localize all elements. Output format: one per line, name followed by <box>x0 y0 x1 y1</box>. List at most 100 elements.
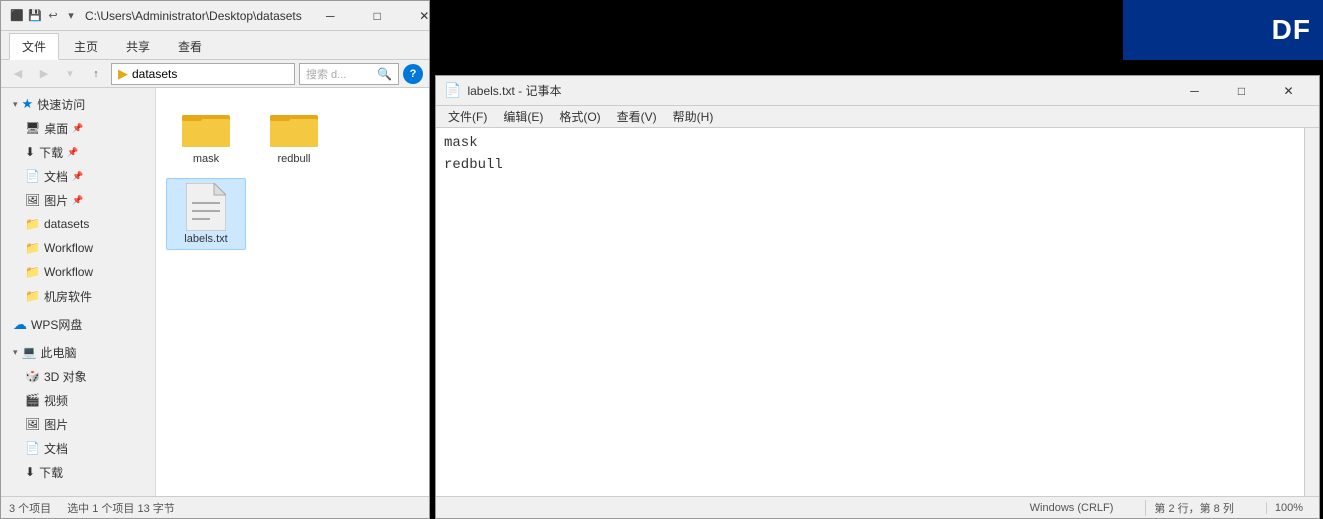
workflow2-label: Workflow <box>44 265 93 279</box>
menu-item-help[interactable]: 帮助(H) <box>665 106 722 127</box>
item-count: 3 个项目 <box>9 500 51 516</box>
save-icon[interactable]: 💾 <box>27 8 43 24</box>
explorer-title-bar: ⬛ 💾 ↩ ▾ C:\Users\Administrator\Desktop\d… <box>1 1 429 31</box>
workflow1-folder-icon: 📁 <box>25 241 40 255</box>
labels-file-icon <box>182 183 230 231</box>
sidebar-item-desktop[interactable]: 🖥 桌面 📌 <box>1 116 155 140</box>
pin-icon4: 📌 <box>72 195 83 206</box>
workflow2-folder-icon: 📁 <box>25 265 40 279</box>
downloads-label: 下载 <box>39 144 63 161</box>
menu-item-format[interactable]: 格式(O) <box>551 106 608 127</box>
sidebar-item-workflow2[interactable]: 📁 Workflow <box>1 260 155 284</box>
desktop-label: 桌面 <box>44 120 68 137</box>
sidebar-item-video[interactable]: 🎬 视频 <box>1 388 155 412</box>
back-button[interactable]: ◀ <box>7 63 29 85</box>
quick-access-section: ▾ ★ 快速访问 🖥 桌面 📌 ⬇ 下载 📌 📄 文档 📌 <box>1 92 155 308</box>
address-bar: ◀ ▶ ▾ ↑ ▶ datasets 搜索 d... 🔍 ? <box>1 60 429 88</box>
pictures-label: 图片 <box>44 192 68 209</box>
expand-icon: ▾ <box>13 99 18 110</box>
file-item-mask[interactable]: mask <box>166 98 246 170</box>
menu-item-file[interactable]: 文件(F) <box>440 106 495 127</box>
notepad-textarea[interactable]: mask redbull <box>436 128 1319 496</box>
file-item-labels[interactable]: labels.txt <box>166 178 246 250</box>
sidebar-item-workflow1[interactable]: 📁 Workflow <box>1 236 155 260</box>
notepad-status-bar: Windows (CRLF) 第 2 行，第 8 列 100% <box>436 496 1319 518</box>
search-icon: 🔍 <box>377 67 392 81</box>
notepad-title-text: labels.txt - 记事本 <box>467 82 561 99</box>
quick-access-icon: ⬛ <box>9 8 25 24</box>
this-pc-label: 此电脑 <box>40 344 76 361</box>
sidebar-item-wps[interactable]: ☁ WPS网盘 <box>1 312 155 336</box>
pictures-icon: 🖼 <box>25 193 40 207</box>
sidebar-item-this-pc[interactable]: ▾ 💻 此电脑 <box>1 340 155 364</box>
search-hint: 搜索 d... <box>306 66 346 82</box>
sidebar-item-pics[interactable]: 🖼 图片 <box>1 412 155 436</box>
notepad-menu: 文件(F) 编辑(E) 格式(O) 查看(V) 帮助(H) <box>436 106 1319 128</box>
brand-bar: DF <box>1123 0 1323 60</box>
pin-icon: 📌 <box>72 123 83 134</box>
redbull-label: redbull <box>277 153 310 165</box>
lab-software-icon: 📁 <box>25 289 40 303</box>
sidebar-item-quick-access[interactable]: ▾ ★ 快速访问 <box>1 92 155 116</box>
this-pc-icon: 💻 <box>22 345 37 359</box>
help-button[interactable]: ? <box>403 64 423 84</box>
video-icon: 🎬 <box>25 393 40 407</box>
notepad-encoding: Windows (CRLF) <box>1022 502 1122 514</box>
sidebar-item-downloads[interactable]: ⬇ 下载 📌 <box>1 140 155 164</box>
notepad-close-button[interactable]: ✕ <box>1266 76 1311 106</box>
forward-button[interactable]: ▶ <box>33 63 55 85</box>
notepad-minimize-button[interactable]: ─ <box>1172 76 1217 106</box>
notepad-scrollbar[interactable] <box>1304 128 1319 496</box>
download-icon: ⬇ <box>25 145 35 159</box>
notepad-controls: ─ □ ✕ <box>1172 76 1311 106</box>
explorer-window: ⬛ 💾 ↩ ▾ C:\Users\Administrator\Desktop\d… <box>0 0 430 519</box>
search-field[interactable]: 搜索 d... 🔍 <box>299 63 399 85</box>
pics-icon: 🖼 <box>25 417 40 431</box>
sidebar-item-lab-software[interactable]: 📁 机房软件 <box>1 284 155 308</box>
dl-icon: ⬇ <box>25 465 35 479</box>
file-item-redbull[interactable]: redbull <box>254 98 334 170</box>
explorer-path: C:\Users\Administrator\Desktop\datasets <box>85 9 302 23</box>
menu-item-view[interactable]: 查看(V) <box>609 106 665 127</box>
address-field[interactable]: ▶ datasets <box>111 63 295 85</box>
maximize-button[interactable]: □ <box>355 1 400 31</box>
this-pc-section: ▾ 💻 此电脑 🎲 3D 对象 🎬 视频 🖼 图片 📄 <box>1 340 155 484</box>
notepad-window: 📄 labels.txt - 记事本 ─ □ ✕ 文件(F) 编辑(E) 格式(… <box>435 75 1320 519</box>
up-button[interactable]: ↑ <box>85 63 107 85</box>
menu-item-edit[interactable]: 编辑(E) <box>495 106 551 127</box>
datasets-folder-icon: 📁 <box>25 217 40 231</box>
mask-label: mask <box>193 153 219 165</box>
close-button[interactable]: ✕ <box>402 1 447 31</box>
sidebar-item-documents[interactable]: 📄 文档 📌 <box>1 164 155 188</box>
dropdown-icon[interactable]: ▾ <box>63 8 79 24</box>
title-bar-icons: ⬛ 💾 ↩ ▾ <box>9 8 79 24</box>
sidebar-item-dl[interactable]: ⬇ 下载 <box>1 460 155 484</box>
documents-label: 文档 <box>44 168 68 185</box>
ribbon-tab-share[interactable]: 共享 <box>113 33 163 59</box>
brand-text: DF <box>1272 14 1311 46</box>
recent-button[interactable]: ▾ <box>59 63 81 85</box>
notepad-content: mask redbull <box>436 128 1319 496</box>
ribbon-tabs: 文件 主页 共享 查看 <box>1 31 429 59</box>
lab-software-label: 机房软件 <box>44 288 92 305</box>
sidebar-item-docs[interactable]: 📄 文档 <box>1 436 155 460</box>
pics-label: 图片 <box>44 416 68 433</box>
undo-icon[interactable]: ↩ <box>45 8 61 24</box>
wps-icon: ☁ <box>13 316 27 333</box>
address-path: datasets <box>132 67 177 81</box>
ribbon-tab-file[interactable]: 文件 <box>9 33 59 60</box>
notepad-maximize-button[interactable]: □ <box>1219 76 1264 106</box>
redbull-folder-icon <box>270 103 318 151</box>
minimize-button[interactable]: ─ <box>308 1 353 31</box>
dl-label: 下载 <box>39 464 63 481</box>
star-icon: ★ <box>22 96 34 112</box>
labels-label: labels.txt <box>184 233 227 245</box>
ribbon-tab-view[interactable]: 查看 <box>165 33 215 59</box>
sidebar-item-datasets[interactable]: 📁 datasets <box>1 212 155 236</box>
sidebar-item-3d[interactable]: 🎲 3D 对象 <box>1 364 155 388</box>
docs-label: 文档 <box>44 440 68 457</box>
3d-icon: 🎲 <box>25 369 40 383</box>
docs-icon: 📄 <box>25 441 40 455</box>
ribbon-tab-home[interactable]: 主页 <box>61 33 111 59</box>
sidebar-item-pictures[interactable]: 🖼 图片 📌 <box>1 188 155 212</box>
